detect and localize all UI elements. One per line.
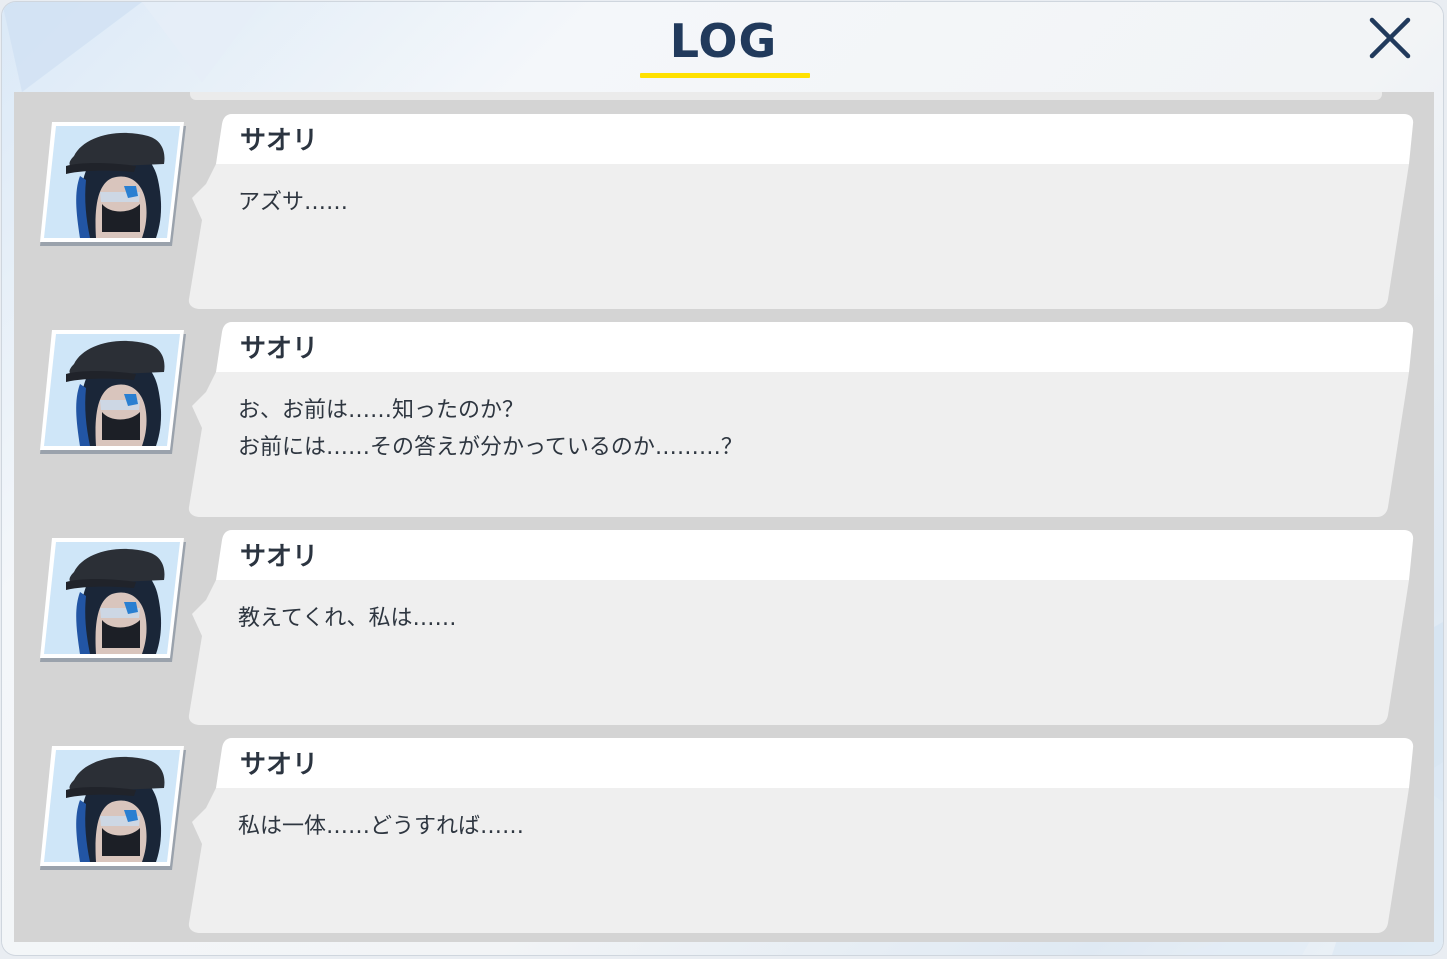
message-bubble: [188, 114, 1414, 309]
log-entry: サオリ 私は一体……どうすれば……: [14, 738, 1434, 938]
close-icon: [1369, 17, 1411, 59]
saori-avatar-icon: [40, 746, 186, 870]
message-text: お、お前は……知ったのか？ お前には……その答えが分かっているのか………？: [238, 392, 743, 466]
message-line: お、お前は……知ったのか？: [238, 398, 525, 423]
saori-avatar-icon: [40, 330, 186, 454]
speaker-name: サオリ: [240, 542, 319, 572]
log-entry: サオリ 教えてくれ、私は……: [14, 530, 1434, 730]
saori-avatar-icon: [40, 538, 186, 662]
message-line: アズサ……: [238, 190, 349, 215]
message-text: アズサ……: [238, 184, 348, 221]
log-entry: サオリ お、お前は……知ったのか？ お前には……その答えが分かっているのか………？: [14, 322, 1434, 522]
title-underline: [640, 73, 810, 78]
saori-avatar-icon: [40, 122, 186, 246]
log-entry: サオリ アズサ……: [14, 114, 1434, 314]
log-list[interactable]: サオリ アズサ…… サオリ お、お前は……知ったのか？ お前には……その答えが分か…: [14, 92, 1434, 942]
message-line: 教えてくれ、私は……: [238, 606, 457, 631]
speaker-name: サオリ: [240, 334, 319, 364]
close-button[interactable]: [1362, 14, 1418, 66]
speaker-name: サオリ: [240, 750, 319, 780]
message-text: 教えてくれ、私は……: [238, 600, 456, 637]
message-text: 私は一体……どうすれば……: [238, 808, 524, 845]
previous-entry-edge: [190, 92, 1382, 100]
message-line: お前には……その答えが分かっているのか………？: [238, 435, 743, 460]
speaker-name: サオリ: [240, 126, 319, 156]
message-line: 私は一体……どうすれば……: [238, 814, 525, 839]
page-title: LOG: [669, 14, 778, 68]
